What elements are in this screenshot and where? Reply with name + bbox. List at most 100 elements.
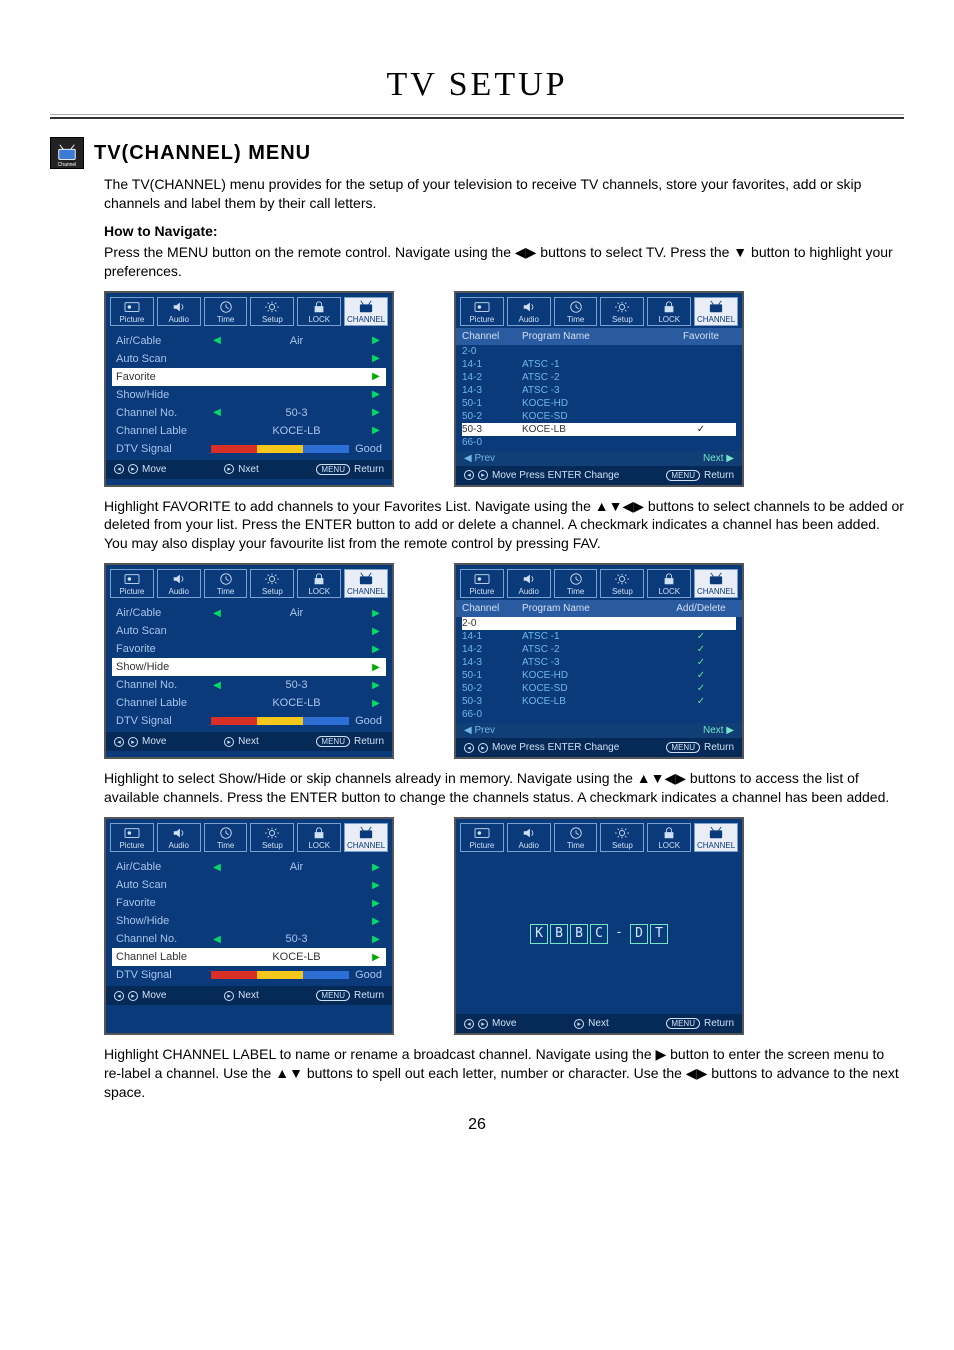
tab-time[interactable]: Time [204,569,248,598]
next-link[interactable]: Next ▶ [703,725,734,736]
menu-row-dtv_signal[interactable]: DTV SignalGood [112,440,386,458]
osd-tab-bar: PictureAudioTimeSetupLOCKCHANNEL [456,293,742,328]
osd-label-editor: PictureAudioTimeSetupLOCKCHANNELKBBC-DT◂… [454,817,744,1035]
menu-row-air_cable[interactable]: Air/Cable◀Air▶ [112,332,386,350]
favorite-paragraph: Highlight FAVORITE to add channels to yo… [50,497,904,554]
list-row[interactable]: 14-2ATSC -2✓ [462,643,736,656]
tab-audio[interactable]: Audio [157,297,201,326]
list-row[interactable]: 66-0 [462,436,736,449]
list-row[interactable]: 66-0 [462,708,736,721]
osd-footer: ◂▸ Move▸ NextMENU Return [456,1014,742,1033]
menu-row-auto_scan[interactable]: Auto Scan▶ [112,350,386,368]
list-row[interactable]: 14-1ATSC -1 [462,358,736,371]
list-row[interactable]: 14-2ATSC -2 [462,371,736,384]
list-header: ChannelProgram NameFavorite [456,328,742,345]
tab-time[interactable]: Time [204,823,248,852]
osd-menu-favorite-hl: PictureAudioTimeSetupLOCKCHANNEL Air/Cabl… [104,291,394,487]
next-link[interactable]: Next ▶ [703,453,734,464]
tab-channel[interactable]: CHANNEL [694,569,738,598]
list-row[interactable]: 50-2KOCE-SD✓ [462,682,736,695]
tab-lock[interactable]: LOCK [647,569,691,598]
tab-lock[interactable]: LOCK [297,823,341,852]
menu-row-auto_scan[interactable]: Auto Scan▶ [112,622,386,640]
osd-menu-showhide-hl: PictureAudioTimeSetupLOCKCHANNEL Air/Cabl… [104,563,394,759]
tab-channel[interactable]: CHANNEL [694,823,738,852]
tab-audio[interactable]: Audio [157,569,201,598]
tab-audio[interactable]: Audio [507,823,551,852]
osd-tab-bar: PictureAudioTimeSetupLOCKCHANNEL [106,293,392,328]
tab-picture[interactable]: Picture [460,297,504,326]
menu-row-dtv_signal[interactable]: DTV SignalGood [112,966,386,984]
tab-picture[interactable]: Picture [460,569,504,598]
menu-row-show_hide[interactable]: Show/Hide▶ [112,658,386,676]
list-row[interactable]: 50-2KOCE-SD [462,410,736,423]
osd-tab-bar: PictureAudioTimeSetupLOCKCHANNEL [456,565,742,600]
tab-audio[interactable]: Audio [507,297,551,326]
osd-menu-channellabel-hl: PictureAudioTimeSetupLOCKCHANNEL Air/Cabl… [104,817,394,1035]
list-row[interactable]: 14-3ATSC -3✓ [462,656,736,669]
list-row[interactable]: 14-1ATSC -1✓ [462,630,736,643]
tab-lock[interactable]: LOCK [297,297,341,326]
tab-lock[interactable]: LOCK [647,823,691,852]
tab-time[interactable]: Time [204,297,248,326]
tab-setup[interactable]: Setup [600,569,644,598]
menu-row-auto_scan[interactable]: Auto Scan▶ [112,876,386,894]
page-title-bar: TV SETUP [50,60,904,119]
tab-channel[interactable]: CHANNEL [694,297,738,326]
osd-tab-bar: PictureAudioTimeSetupLOCKCHANNEL [106,565,392,600]
list-row[interactable]: 50-3KOCE-LB✓ [462,695,736,708]
tab-setup[interactable]: Setup [250,297,294,326]
menu-row-channel_no[interactable]: Channel No.◀50-3▶ [112,930,386,948]
tab-lock[interactable]: LOCK [647,297,691,326]
channel-icon: Channel [50,137,84,169]
tab-audio[interactable]: Audio [157,823,201,852]
menu-row-favorite[interactable]: Favorite▶ [112,640,386,658]
tab-picture[interactable]: Picture [110,297,154,326]
menu-row-channel_lbl[interactable]: Channel LableKOCE-LB▶ [112,694,386,712]
osd-tab-bar: PictureAudioTimeSetupLOCKCHANNEL [106,819,392,854]
osd-adddelete-list: PictureAudioTimeSetupLOCKCHANNELChannelP… [454,563,744,759]
menu-row-channel_lbl[interactable]: Channel LableKOCE-LB▶ [112,948,386,966]
menu-row-channel_no[interactable]: Channel No.◀50-3▶ [112,676,386,694]
prev-link[interactable]: ◀ Prev [464,453,495,464]
list-row[interactable]: 50-3KOCE-LB✓ [462,423,736,436]
tab-picture[interactable]: Picture [460,823,504,852]
channel-label-editor[interactable]: KBBC-DT [456,854,742,1014]
menu-row-air_cable[interactable]: Air/Cable◀Air▶ [112,858,386,876]
list-row[interactable]: 50-1KOCE-HD [462,397,736,410]
how-to-navigate-heading: How to Navigate: [50,223,904,239]
prev-link[interactable]: ◀ Prev [464,725,495,736]
osd-favorite-list: PictureAudioTimeSetupLOCKCHANNELChannelP… [454,291,744,487]
page-number: 26 [50,1116,904,1134]
tab-channel[interactable]: CHANNEL [344,823,388,852]
tab-setup[interactable]: Setup [250,823,294,852]
menu-row-channel_lbl[interactable]: Channel LableKOCE-LB▶ [112,422,386,440]
list-row[interactable]: 2-0 [462,345,736,358]
tab-picture[interactable]: Picture [110,823,154,852]
tab-setup[interactable]: Setup [600,823,644,852]
tab-setup[interactable]: Setup [600,297,644,326]
tab-time[interactable]: Time [554,297,598,326]
tab-audio[interactable]: Audio [507,569,551,598]
intro-text: The TV(CHANNEL) menu provides for the se… [50,175,904,213]
menu-row-show_hide[interactable]: Show/Hide▶ [112,912,386,930]
menu-row-favorite[interactable]: Favorite▶ [112,894,386,912]
menu-row-channel_no[interactable]: Channel No.◀50-3▶ [112,404,386,422]
tab-channel[interactable]: CHANNEL [344,569,388,598]
menu-row-dtv_signal[interactable]: DTV SignalGood [112,712,386,730]
page-title: TV SETUP [50,66,904,104]
tab-picture[interactable]: Picture [110,569,154,598]
tab-time[interactable]: Time [554,823,598,852]
list-row[interactable]: 14-3ATSC -3 [462,384,736,397]
list-row[interactable]: 50-1KOCE-HD✓ [462,669,736,682]
tab-channel[interactable]: CHANNEL [344,297,388,326]
menu-row-show_hide[interactable]: Show/Hide▶ [112,386,386,404]
osd-footer: ◂▸ Move▸ NextMENU Return [106,732,392,751]
menu-row-favorite[interactable]: Favorite▶ [112,368,386,386]
list-header: ChannelProgram NameAdd/Delete [456,600,742,617]
tab-time[interactable]: Time [554,569,598,598]
list-row[interactable]: 2-0 [462,617,736,630]
tab-lock[interactable]: LOCK [297,569,341,598]
tab-setup[interactable]: Setup [250,569,294,598]
menu-row-air_cable[interactable]: Air/Cable◀Air▶ [112,604,386,622]
